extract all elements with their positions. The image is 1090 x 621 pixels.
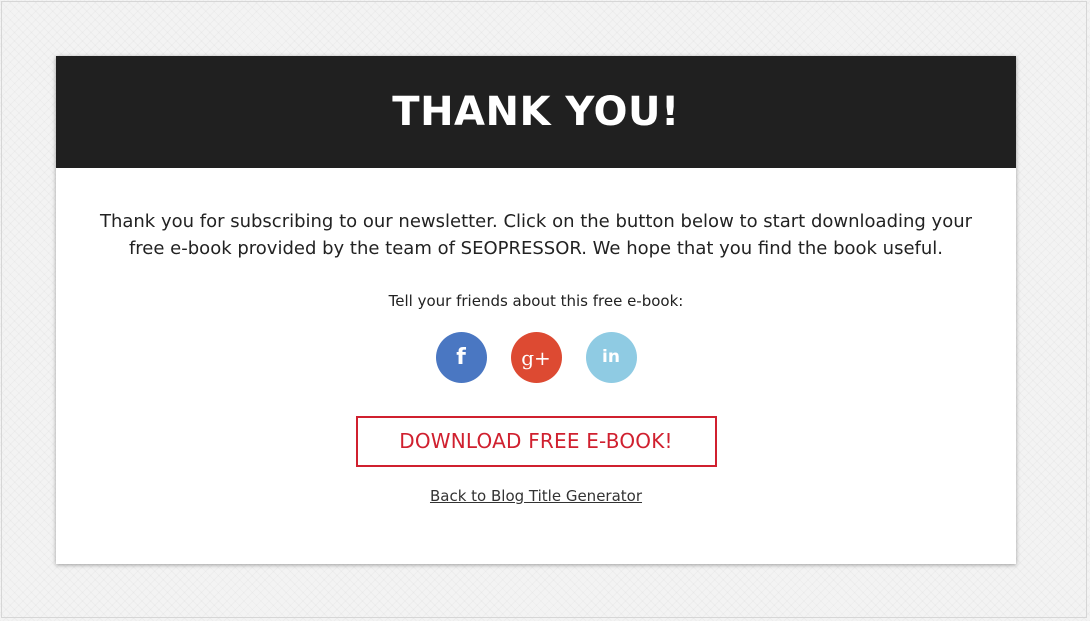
thank-you-card: THANK YOU! Thank you for subscribing to … [56,56,1016,564]
card-body: Thank you for subscribing to our newslet… [56,208,1016,505]
page-title: THANK YOU! [392,89,680,135]
intro-text: Thank you for subscribing to our newslet… [99,211,973,259]
social-share-row: f g+ in [56,332,1016,383]
share-prompt: Tell your friends about this free e-book… [388,292,684,310]
linkedin-icon: in [602,347,620,367]
google-plus-share-button[interactable]: g+ [510,332,562,383]
back-to-generator-link[interactable]: Back to Blog Title Generator [430,487,642,505]
facebook-share-button[interactable]: f [435,332,487,383]
download-ebook-button[interactable]: DOWNLOAD FREE E-BOOK! [355,416,717,467]
facebook-icon: f [456,344,466,370]
google-plus-icon: g+ [521,345,551,370]
linkedin-share-button[interactable]: in [585,332,637,383]
card-header: THANK YOU! [56,56,1016,168]
